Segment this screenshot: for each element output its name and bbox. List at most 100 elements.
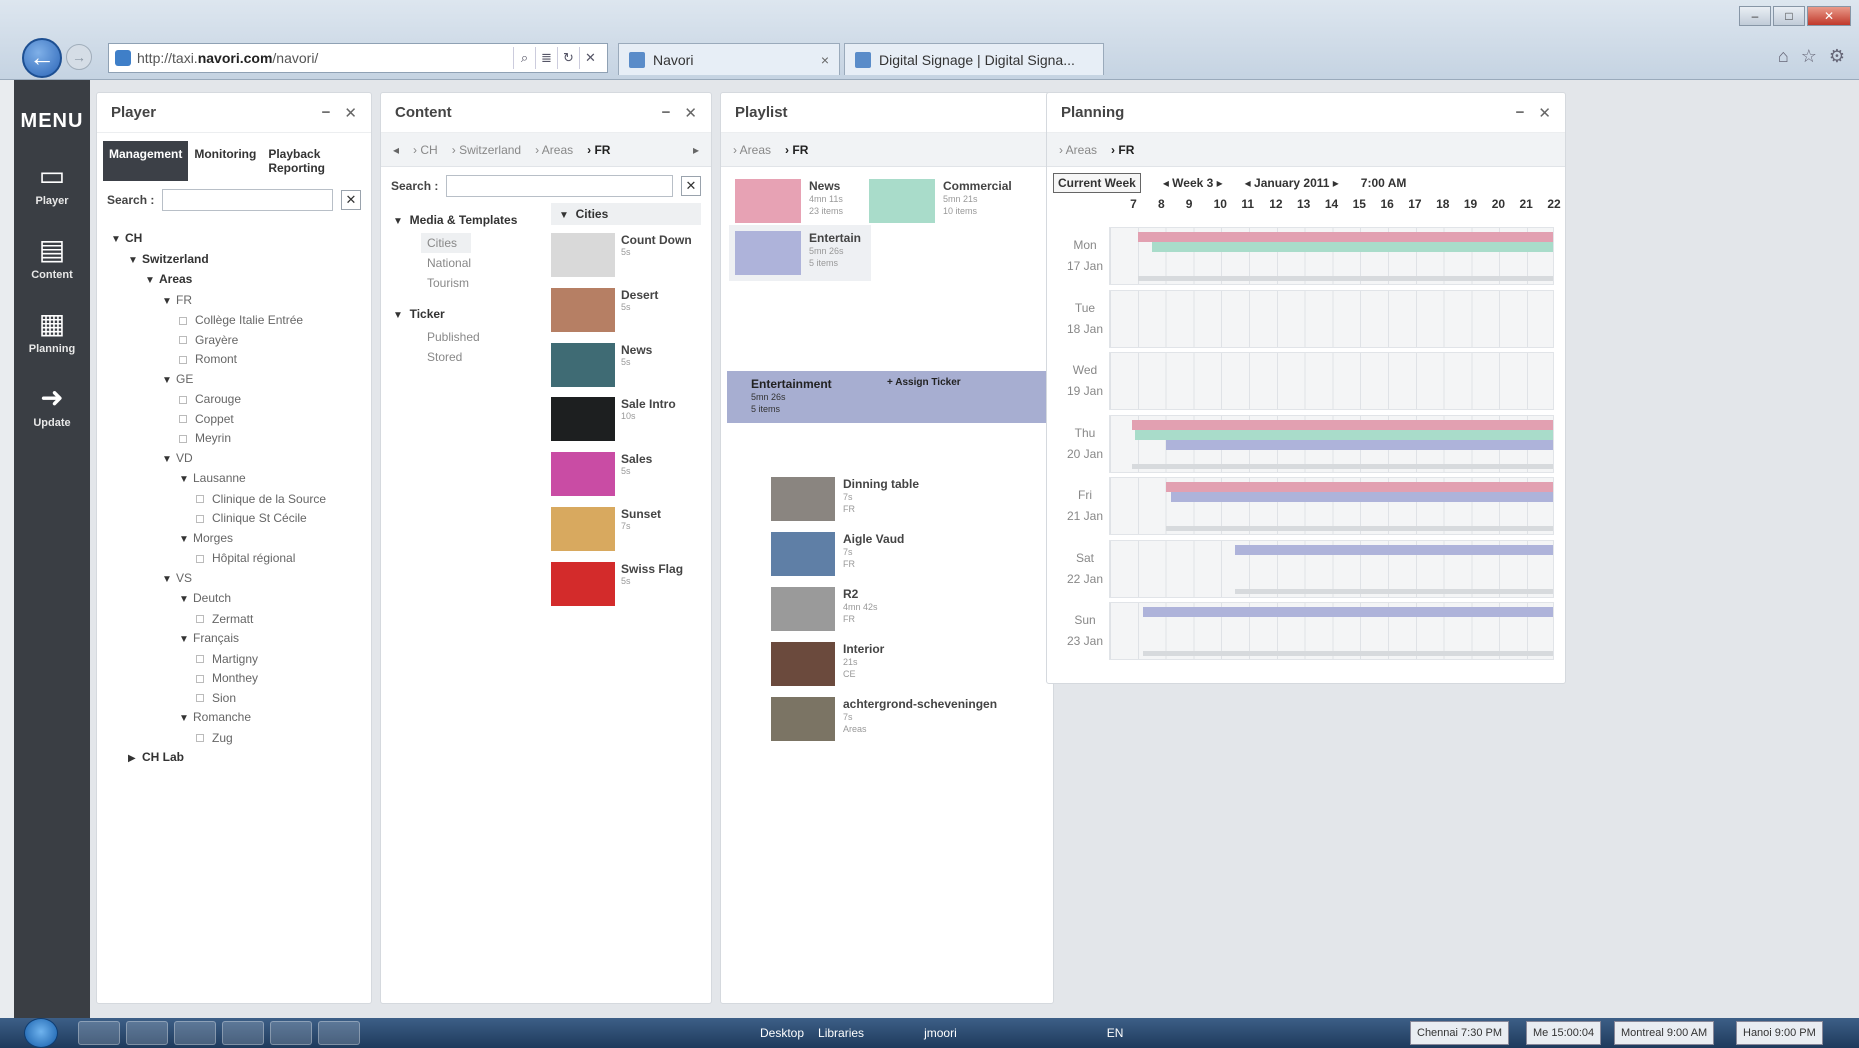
tree-node[interactable]: Carouge bbox=[111, 390, 371, 410]
clock-chennai[interactable]: Chennai 7:30 PM bbox=[1410, 1021, 1509, 1045]
folder-national[interactable]: National bbox=[393, 253, 543, 273]
close-panel-icon[interactable]: ✕ bbox=[1538, 104, 1551, 122]
assign-ticker-link[interactable]: + Assign Ticker bbox=[887, 377, 961, 388]
media-item[interactable]: Sale Intro 10s bbox=[551, 397, 701, 451]
tree-node[interactable]: Zug bbox=[111, 729, 371, 749]
month-selector[interactable]: ◂ January 2011 ▸ bbox=[1245, 176, 1339, 190]
desktop-toolbar[interactable]: Desktop bbox=[760, 1026, 804, 1040]
clock-me[interactable]: Me 15:00:04 bbox=[1526, 1021, 1602, 1045]
language-indicator[interactable]: EN bbox=[1107, 1026, 1124, 1040]
taskbar-app-window[interactable] bbox=[270, 1021, 312, 1045]
refresh-icon[interactable]: ↻ bbox=[557, 47, 579, 69]
media-item[interactable]: News 5s bbox=[551, 342, 701, 397]
playlist-card[interactable]: Commercial 5mn 21s 10 items bbox=[869, 179, 1012, 223]
close-panel-icon[interactable]: ✕ bbox=[344, 104, 357, 122]
taskbar-app-media[interactable] bbox=[222, 1021, 264, 1045]
breadcrumb-item[interactable]: › FR bbox=[1111, 143, 1134, 157]
chevron-left-icon[interactable]: ◂ bbox=[393, 143, 399, 157]
forward-button[interactable]: → bbox=[66, 44, 92, 70]
taskbar-app-folder[interactable] bbox=[174, 1021, 216, 1045]
expand-icon[interactable]: ▼ bbox=[162, 570, 176, 590]
tree-node[interactable]: ▼ Romanche bbox=[111, 708, 371, 729]
schedule-bar[interactable] bbox=[1143, 607, 1553, 617]
folder-media-templates[interactable]: ▼ Media & Templates bbox=[393, 209, 543, 233]
tree-node[interactable]: Romont bbox=[111, 350, 371, 370]
expand-icon[interactable]: ▼ bbox=[179, 530, 193, 550]
folder-stored[interactable]: Stored bbox=[393, 347, 543, 367]
tree-node[interactable]: Clinique St Cécile bbox=[111, 509, 371, 529]
stop-icon[interactable]: ✕ bbox=[579, 47, 601, 69]
schedule-bar[interactable] bbox=[1171, 492, 1553, 502]
close-panel-icon[interactable]: ✕ bbox=[684, 104, 697, 122]
folder-tourism[interactable]: Tourism bbox=[393, 273, 543, 293]
tab-monitoring[interactable]: Monitoring bbox=[188, 141, 262, 181]
playlist-media-item[interactable]: achtergrond-scheveningen 7s Areas bbox=[771, 697, 997, 741]
folder-toolbar[interactable]: jmoori bbox=[924, 1026, 957, 1040]
tree-node[interactable]: ▼ Areas bbox=[111, 270, 371, 291]
schedule-bar[interactable] bbox=[1235, 544, 1553, 555]
url-text[interactable]: http://taxi.navori.com/navori/ bbox=[137, 50, 513, 66]
schedule-bar[interactable] bbox=[1135, 429, 1553, 440]
tree-node[interactable]: Zermatt bbox=[111, 610, 371, 630]
settings-icon[interactable]: ⚙ bbox=[1829, 46, 1845, 67]
tab-management[interactable]: Management bbox=[103, 141, 189, 181]
home-icon[interactable]: ⌂ bbox=[1778, 46, 1789, 67]
start-button[interactable] bbox=[24, 1018, 58, 1048]
playlist-media-item[interactable]: R2 4mn 42s FR bbox=[771, 587, 878, 631]
compatibility-icon[interactable]: ≣ bbox=[535, 47, 557, 69]
current-week-button[interactable]: Current Week bbox=[1053, 173, 1141, 193]
tree-node[interactable]: Monthey bbox=[111, 669, 371, 689]
tree-node[interactable]: ▼ VS bbox=[111, 569, 371, 590]
breadcrumb-item[interactable]: › FR bbox=[587, 143, 610, 157]
clear-search-icon[interactable]: ✕ bbox=[681, 176, 701, 196]
clock-montreal[interactable]: Montreal 9:00 AM bbox=[1614, 1021, 1715, 1045]
tree-node[interactable]: Clinique de la Source bbox=[111, 490, 371, 510]
search-icon[interactable]: ⌕ bbox=[513, 47, 535, 69]
browser-tab-navori[interactable]: Navori × bbox=[618, 43, 840, 75]
clock-hanoi[interactable]: Hanoi 9:00 PM bbox=[1736, 1021, 1823, 1045]
schedule-bar[interactable] bbox=[1165, 482, 1553, 492]
content-search-input[interactable] bbox=[446, 175, 673, 197]
playlist-media-item[interactable]: Interior 21s CE bbox=[771, 642, 884, 686]
media-item[interactable]: Sales 5s bbox=[551, 452, 701, 506]
taskbar-app-explorer[interactable] bbox=[78, 1021, 120, 1045]
address-bar[interactable]: http://taxi.navori.com/navori/ ⌕ ≣ ↻ ✕ bbox=[108, 43, 608, 73]
breadcrumb-item[interactable]: › CH bbox=[413, 143, 438, 157]
folder-published[interactable]: Published bbox=[393, 327, 543, 347]
tree-node[interactable]: ▼ VD bbox=[111, 449, 371, 470]
collapse-icon[interactable]: ▶ bbox=[128, 749, 142, 769]
schedule-bar[interactable] bbox=[1132, 419, 1553, 430]
media-item[interactable]: Desert 5s bbox=[551, 287, 701, 342]
tree-node[interactable]: Martigny bbox=[111, 650, 371, 670]
expand-icon[interactable]: ▼ bbox=[162, 450, 176, 470]
playlist-card[interactable]: News 4mn 11s 23 items bbox=[735, 179, 843, 223]
browser-tab-digital-signage[interactable]: Digital Signage | Digital Signa... bbox=[844, 43, 1104, 75]
selected-playlist[interactable]: Entertainment 5mn 26s 5 items + Assign T… bbox=[727, 371, 1055, 423]
maximize-button[interactable]: □ bbox=[1773, 6, 1805, 26]
player-search-input[interactable] bbox=[162, 189, 333, 211]
day-grid[interactable] bbox=[1109, 602, 1554, 660]
playlist-card[interactable]: Entertain 5mn 26s 5 items bbox=[729, 225, 871, 281]
tree-node[interactable]: ▼ GE bbox=[111, 370, 371, 391]
menu-item-player[interactable]: ▭ Player bbox=[14, 159, 90, 207]
breadcrumb-item[interactable]: › FR bbox=[785, 143, 808, 157]
tree-node[interactable]: ▼ Switzerland bbox=[111, 250, 371, 271]
media-item[interactable]: Swiss Flag 5s bbox=[551, 561, 701, 616]
expand-icon[interactable]: ▼ bbox=[179, 630, 193, 650]
day-grid[interactable] bbox=[1109, 352, 1554, 410]
day-grid[interactable] bbox=[1109, 414, 1554, 473]
favorites-icon[interactable]: ☆ bbox=[1801, 46, 1817, 67]
breadcrumb-item[interactable]: › Switzerland bbox=[452, 143, 521, 157]
clear-search-icon[interactable]: ✕ bbox=[341, 190, 361, 210]
taskbar-app-ie[interactable] bbox=[126, 1021, 168, 1045]
minimize-panel-icon[interactable]: − bbox=[322, 104, 331, 122]
tree-node[interactable]: Hôpital régional bbox=[111, 549, 371, 569]
close-tab-icon[interactable]: × bbox=[821, 52, 829, 68]
folder-header[interactable]: ▼ Cities bbox=[551, 203, 701, 225]
expand-icon[interactable]: ▼ bbox=[111, 230, 125, 250]
tree-node[interactable]: ▼ Morges bbox=[111, 529, 371, 550]
expand-icon[interactable]: ▼ bbox=[179, 470, 193, 490]
tree-node[interactable]: ▼ Lausanne bbox=[111, 469, 371, 490]
tree-node[interactable]: Grayère bbox=[111, 331, 371, 351]
day-grid[interactable] bbox=[1109, 227, 1554, 285]
